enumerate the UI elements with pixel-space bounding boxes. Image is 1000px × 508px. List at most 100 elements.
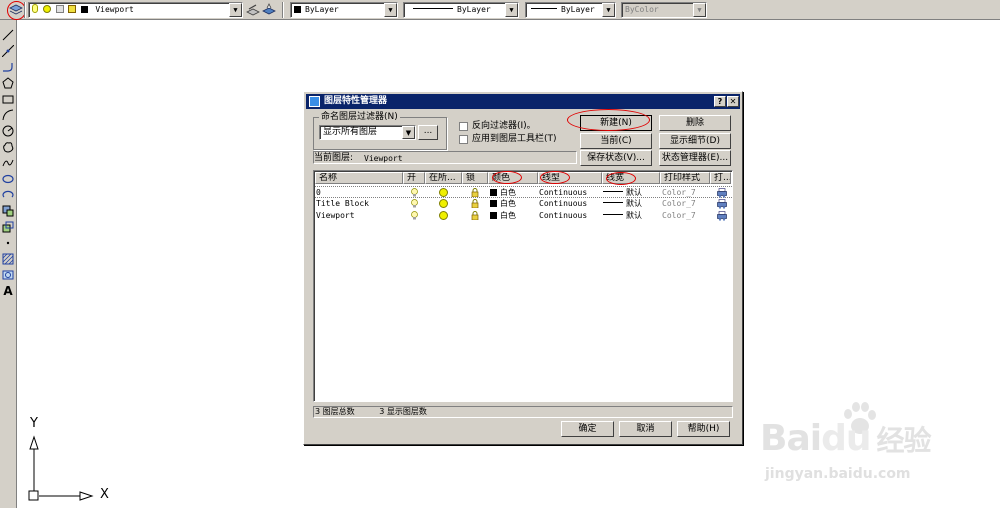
layer-lineweight[interactable]: 默认 (626, 188, 642, 197)
multiline-text-icon[interactable]: A (1, 284, 15, 298)
layer-control-combo[interactable]: Viewport ▼ (28, 2, 243, 18)
save-state-button[interactable]: 保存状态(V)... (580, 150, 652, 166)
chevron-down-icon[interactable]: ▼ (384, 3, 397, 17)
object-properties-toolbar: Viewport ▼ ByLayer ▼ ByLayer ▼ ByLayer ▼… (0, 0, 1000, 20)
toolbar-separator (282, 2, 284, 18)
printer-icon[interactable] (717, 188, 727, 198)
dialog-app-icon (309, 96, 320, 107)
lineweight-preview (603, 191, 623, 192)
ucs-icon: Y X (20, 415, 120, 507)
layer-filter-combo[interactable]: 显示所有图层 ▼ (319, 125, 416, 140)
ok-button[interactable]: 确定 (561, 421, 614, 437)
color-swatch[interactable] (490, 200, 497, 207)
watermark-url: jingyan.baidu.com (765, 466, 911, 482)
ellipse-icon[interactable] (1, 172, 15, 186)
layer-linetype[interactable]: Continuous (539, 198, 587, 210)
insert-block-icon[interactable] (1, 204, 15, 218)
lineweight-control-combo[interactable]: ByLayer ▼ (525, 2, 616, 18)
apply-to-toolbar-label: 应用到图层工具栏(T) (472, 134, 557, 144)
column-header-plotstyle[interactable]: 打印样式 (660, 172, 710, 184)
layer-name: Viewport (316, 211, 355, 220)
column-header-plot[interactable]: 打... (710, 172, 731, 184)
filter-group-label: 命名图层过滤器(N) (319, 112, 400, 122)
cancel-button[interactable]: 取消 (619, 421, 672, 437)
total-layers-count: 3 图层总数 (315, 407, 355, 416)
chevron-down-icon[interactable]: ▼ (693, 3, 706, 17)
apply-to-toolbar-checkbox[interactable] (459, 135, 468, 144)
layer-linetype[interactable]: Continuous (539, 210, 587, 222)
delete-layer-button[interactable]: 删除 (659, 115, 731, 131)
ellipse-arc-icon[interactable] (1, 188, 15, 202)
column-header-lock[interactable]: 锁 (462, 172, 488, 184)
lightbulb-icon[interactable] (411, 199, 418, 208)
line-icon[interactable] (1, 28, 15, 42)
invert-filter-checkbox[interactable] (459, 122, 468, 131)
color-swatch (294, 6, 301, 13)
lineweight-preview (603, 202, 623, 203)
dialog-titlebar[interactable]: 图层特性管理器 ? ✕ (306, 94, 740, 109)
printer-icon[interactable] (717, 211, 727, 221)
color-swatch[interactable] (490, 189, 497, 196)
plotstyle-combo-value: ByColor (625, 5, 659, 14)
arc-icon[interactable] (1, 108, 15, 122)
column-header-name[interactable]: 名称 (315, 172, 403, 184)
layer-name: Title Block (316, 199, 369, 208)
polygon-icon[interactable] (1, 76, 15, 90)
watermark-brand-cn: 经验 (876, 424, 931, 457)
table-row[interactable]: 0 白色 Continuous 默认 Color_7 (315, 186, 732, 198)
rectangle-icon[interactable] (1, 92, 15, 106)
layer-combo-value: Viewport (95, 5, 134, 14)
region-icon[interactable] (1, 268, 15, 282)
layer-color-swatch (81, 6, 89, 13)
circle-icon[interactable] (1, 124, 15, 138)
table-row[interactable]: Viewport 白色 Continuous 默认 Color_7 (315, 210, 732, 222)
close-button[interactable]: ✕ (727, 96, 739, 107)
toolbar-separator (24, 2, 26, 18)
polyline-icon[interactable] (1, 60, 15, 74)
lightbulb-icon[interactable] (411, 188, 418, 197)
make-object-layer-current-icon[interactable] (246, 3, 260, 17)
filter-browse-button[interactable]: ... (418, 125, 438, 140)
column-header-on[interactable]: 开 (403, 172, 425, 184)
plotstyle-control-combo[interactable]: ByColor ▼ (621, 2, 707, 18)
layer-previous-icon[interactable] (262, 3, 276, 17)
color-control-combo[interactable]: ByLayer ▼ (290, 2, 398, 18)
layer-properties-manager-dialog: 图层特性管理器 ? ✕ 命名图层过滤器(N) 显示所有图层 ▼ ... 反向过滤… (303, 91, 743, 445)
layer-plotstyle: Color_7 (662, 199, 696, 208)
lineweight-combo-value: ByLayer (561, 5, 595, 14)
linetype-column-highlight-ring (540, 171, 570, 184)
column-header-freeze[interactable]: 在所... (425, 172, 462, 184)
linetype-control-combo[interactable]: ByLayer ▼ (403, 2, 519, 18)
layer-lineweight[interactable]: 默认 (626, 211, 642, 220)
chevron-down-icon[interactable]: ▼ (229, 3, 242, 17)
lock-icon[interactable] (471, 199, 479, 209)
chevron-down-icon[interactable]: ▼ (402, 126, 415, 139)
table-row[interactable]: Title Block 白色 Continuous 默认 Color_7 (315, 198, 732, 210)
make-block-icon[interactable] (1, 220, 15, 234)
lock-icon[interactable] (471, 188, 479, 198)
layer-count-status: 3 图层总数 3 显示图层数 (313, 406, 733, 418)
ucs-y-label: Y (30, 416, 38, 431)
set-current-button[interactable]: 当前(C) (580, 133, 652, 149)
sun-icon[interactable] (439, 199, 448, 208)
chevron-down-icon[interactable]: ▼ (602, 3, 615, 17)
lock-icon[interactable] (471, 211, 479, 221)
lightbulb-icon[interactable] (411, 211, 418, 220)
sun-icon[interactable] (439, 211, 448, 220)
lightbulb-icon (32, 4, 38, 13)
layer-list: 名称 开 在所... 锁 颜色 线型 线宽 打印样式 打... 0 白色 Con… (313, 170, 733, 402)
show-details-button[interactable]: 显示细节(D) (659, 133, 731, 149)
help-question-button[interactable]: ? (714, 96, 726, 107)
help-button[interactable]: 帮助(H) (677, 421, 730, 437)
spline-icon[interactable] (1, 156, 15, 170)
point-icon[interactable] (1, 236, 15, 250)
state-manager-button[interactable]: 状态管理器(E)... (659, 150, 731, 166)
color-swatch[interactable] (490, 212, 497, 219)
sun-icon[interactable] (439, 188, 448, 197)
layer-lineweight[interactable]: 默认 (626, 199, 642, 208)
chevron-down-icon[interactable]: ▼ (505, 3, 518, 17)
construction-line-icon[interactable] (1, 44, 15, 58)
revision-cloud-icon[interactable] (1, 140, 15, 154)
printer-icon[interactable] (717, 199, 727, 209)
hatch-icon[interactable] (1, 252, 15, 266)
